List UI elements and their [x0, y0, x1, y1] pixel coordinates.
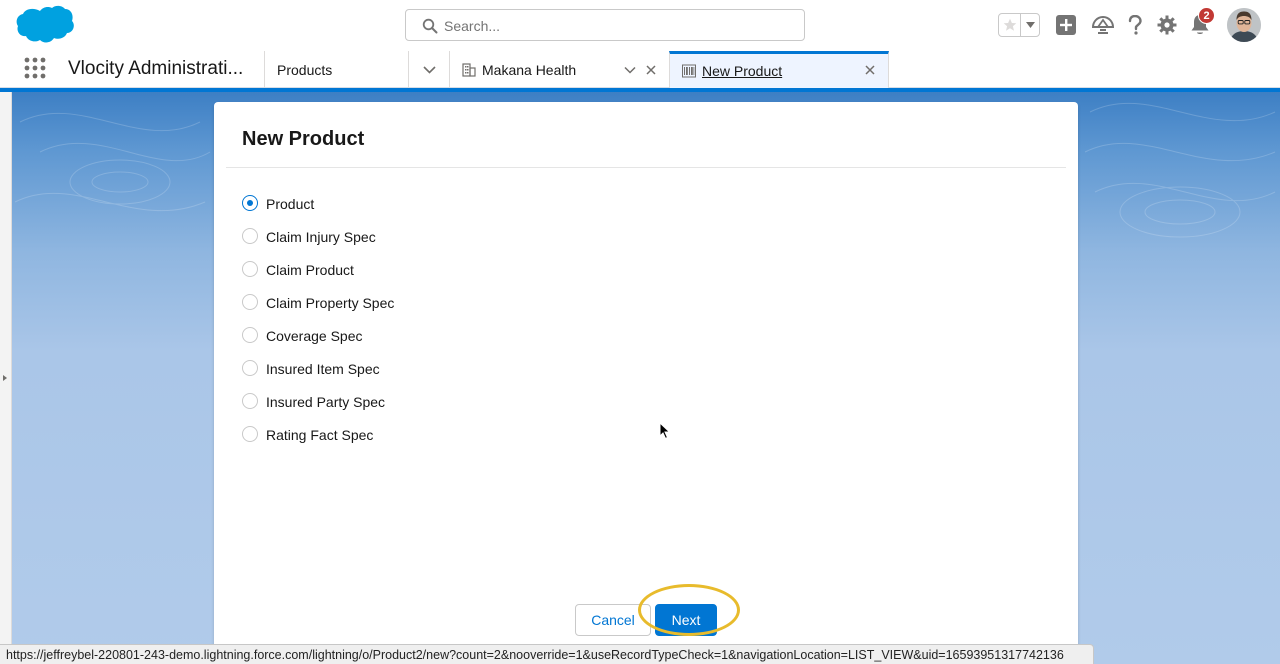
record-type-label: Rating Fact Spec	[266, 427, 374, 443]
record-type-label: Product	[266, 196, 315, 212]
gear-icon	[1157, 15, 1177, 35]
record-type-option[interactable]: Rating Fact Spec	[242, 424, 542, 444]
tab-products[interactable]: Products	[264, 51, 408, 88]
user-avatar[interactable]	[1227, 8, 1261, 42]
salesforce-logo[interactable]	[16, 5, 74, 45]
chevron-down-icon	[422, 65, 436, 74]
trailhead-button[interactable]	[1091, 12, 1115, 38]
record-type-label: Claim Product	[266, 262, 354, 278]
tab-label: Makana Health	[482, 61, 577, 78]
setup-button[interactable]	[1155, 12, 1179, 38]
record-type-option[interactable]: Claim Product	[242, 259, 542, 279]
tab-new-product[interactable]: New Product	[669, 51, 889, 88]
status-url: https://jeffreybel-220801-243-demo.light…	[6, 647, 1064, 662]
add-icon	[1056, 15, 1076, 35]
record-type-option[interactable]: Product	[242, 193, 542, 213]
app-name: Vlocity Administrati...	[68, 58, 244, 79]
chevron-down-icon[interactable]	[624, 64, 636, 76]
global-header: 2	[0, 0, 1280, 51]
help-button[interactable]	[1123, 12, 1147, 38]
radio-button[interactable]	[242, 360, 258, 376]
tab-label: New Product	[702, 63, 783, 79]
global-actions-button[interactable]	[1054, 12, 1078, 38]
caret-down-icon	[1025, 22, 1035, 28]
next-button[interactable]: Next	[655, 604, 717, 636]
record-type-label: Claim Injury Spec	[266, 229, 376, 245]
record-type-option[interactable]: Claim Property Spec	[242, 292, 542, 312]
new-product-modal: New Product Product Claim Injury Spec Clai…	[214, 102, 1078, 664]
star-icon	[1003, 18, 1016, 31]
record-type-option[interactable]: Claim Injury Spec	[242, 226, 542, 246]
tab-makana-health[interactable]: Makana Health	[449, 51, 669, 88]
tab-label: Products	[277, 61, 333, 78]
radio-button[interactable]	[242, 393, 258, 409]
user-photo-icon	[1227, 8, 1261, 42]
global-search[interactable]	[405, 9, 805, 41]
radio-button[interactable]	[242, 195, 258, 211]
mouse-cursor-icon	[659, 422, 671, 440]
radio-button[interactable]	[242, 261, 258, 277]
expand-arrow-icon[interactable]	[3, 375, 7, 381]
search-input[interactable]	[444, 16, 784, 36]
radio-button[interactable]	[242, 426, 258, 442]
record-type-option[interactable]: Coverage Spec	[242, 325, 542, 345]
record-type-option[interactable]: Insured Party Spec	[242, 391, 542, 411]
building-icon	[462, 62, 476, 77]
trailhead-icon	[1092, 15, 1114, 34]
favorite-button[interactable]	[999, 14, 1020, 36]
record-type-option[interactable]: Insured Item Spec	[242, 358, 542, 378]
notification-badge: 2	[1198, 7, 1215, 24]
cancel-button[interactable]: Cancel	[575, 604, 651, 636]
app-navigation-bar: Vlocity Administrati... Products Makana …	[0, 51, 1280, 88]
radio-button[interactable]	[242, 294, 258, 310]
record-type-label: Claim Property Spec	[266, 295, 395, 311]
radio-button[interactable]	[242, 327, 258, 343]
app-launcher-icon[interactable]	[24, 57, 46, 79]
record-type-label: Coverage Spec	[266, 328, 363, 344]
tab-products-menu-button[interactable]	[408, 51, 449, 88]
record-type-label: Insured Item Spec	[266, 361, 380, 377]
close-icon[interactable]	[645, 64, 657, 76]
close-icon[interactable]	[864, 64, 876, 76]
modal-divider	[226, 167, 1066, 168]
record-type-label: Insured Party Spec	[266, 394, 386, 410]
modal-title: New Product	[242, 128, 365, 150]
favorites-list-button[interactable]	[1020, 14, 1039, 36]
radio-button[interactable]	[242, 228, 258, 244]
help-icon	[1128, 15, 1142, 35]
search-icon	[422, 18, 438, 34]
barcode-icon	[682, 64, 696, 78]
browser-status-bar: https://jeffreybel-220801-243-demo.light…	[0, 644, 1094, 664]
favorites-group	[998, 13, 1040, 37]
